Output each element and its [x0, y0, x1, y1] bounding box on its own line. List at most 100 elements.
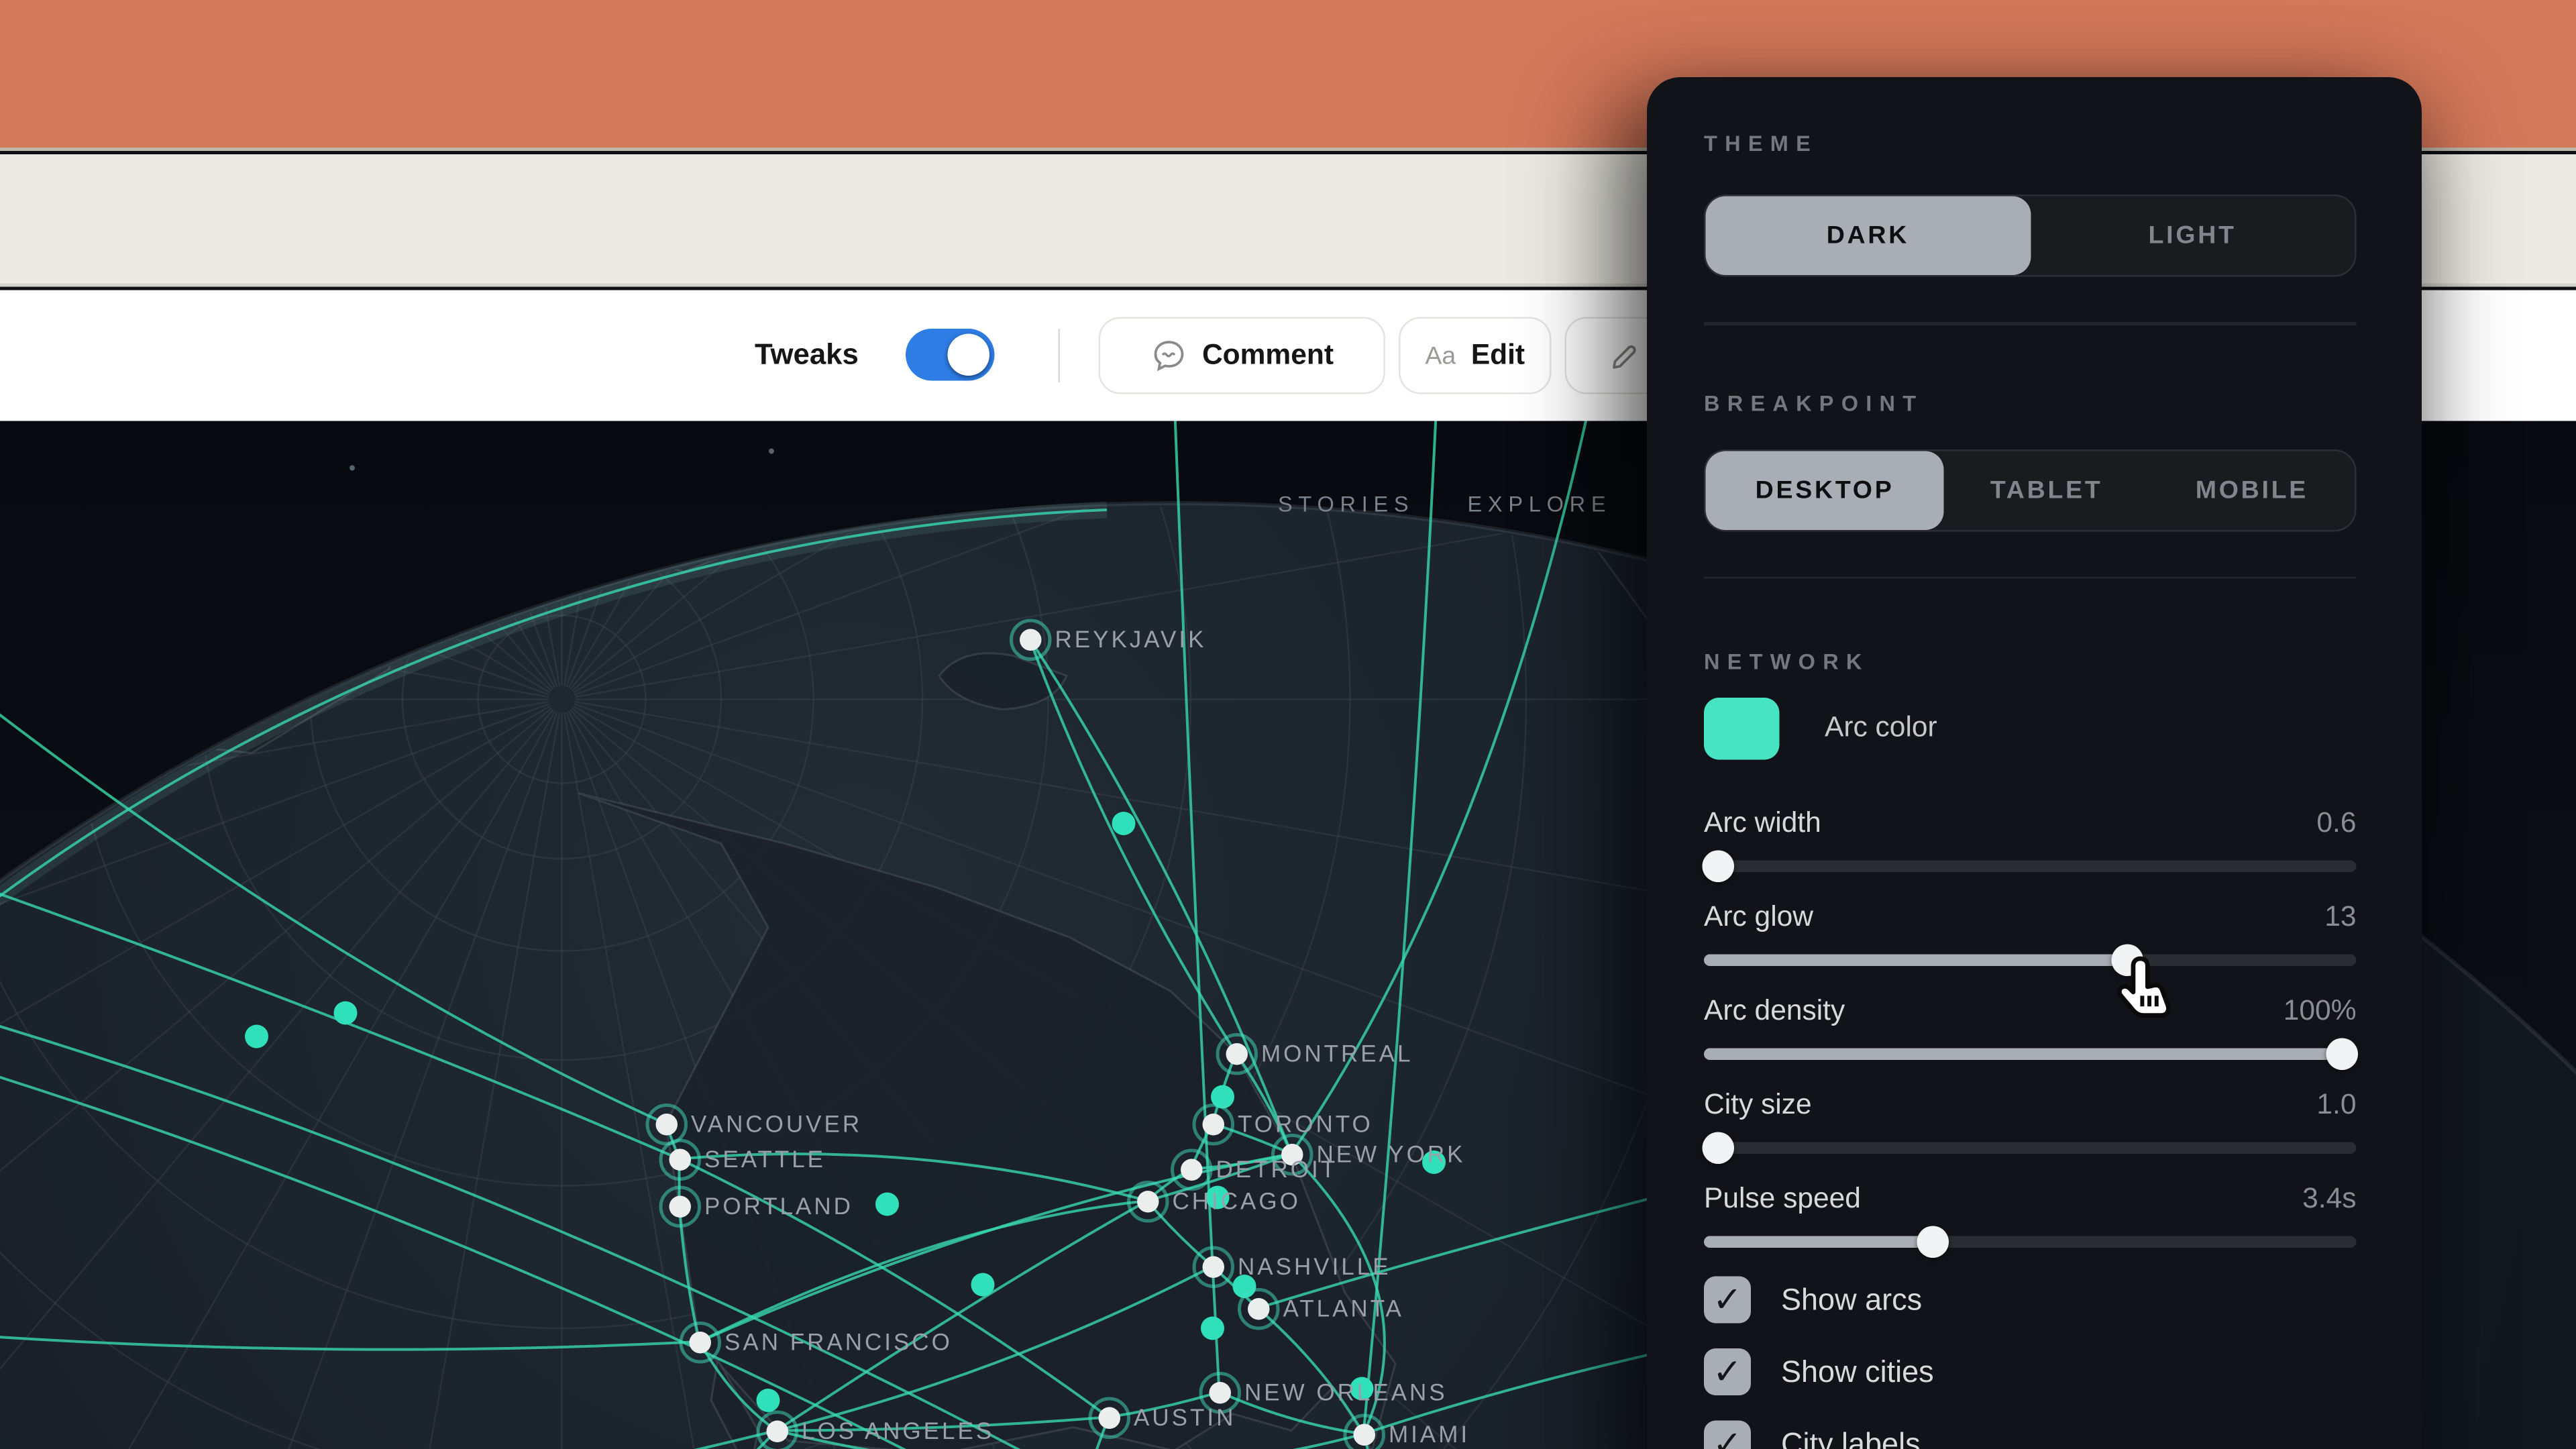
city-label: DETROIT	[1216, 1156, 1338, 1183]
city-dot	[1208, 1381, 1230, 1403]
city-dot	[1352, 1423, 1375, 1445]
segment-option-dark[interactable]: DARK	[1706, 197, 2031, 276]
city-label: NEW ORLEANS	[1244, 1379, 1448, 1405]
city-dot	[1180, 1158, 1202, 1180]
tweaks-label: Tweaks	[755, 337, 859, 373]
slider-arc-width: Arc width 0.6	[1704, 804, 2357, 883]
edit-button[interactable]: Aa Edit	[1399, 317, 1552, 394]
theme-section-header: THEME	[1704, 131, 2357, 156]
city-label: TORONTO	[1238, 1110, 1373, 1137]
checkbox-box[interactable]: ✓	[1704, 1277, 1751, 1324]
comment-button-label: Comment	[1202, 339, 1334, 372]
slider-value: 100%	[2284, 995, 2357, 1028]
slider-track[interactable]	[1704, 1226, 2357, 1258]
city-label: MIAMI	[1389, 1421, 1470, 1448]
slider-value: 0.6	[2316, 807, 2356, 841]
slider-knob[interactable]	[1917, 1226, 1949, 1258]
city-label: LOS ANGELES	[802, 1417, 994, 1444]
city-dot	[1019, 628, 1041, 650]
checkbox-show-cities[interactable]: ✓ Show cities	[1704, 1348, 2357, 1395]
city-dot	[668, 1195, 690, 1217]
slider-label: Arc density	[1704, 995, 1845, 1028]
slider-value: 13	[2324, 901, 2356, 934]
slider-track[interactable]	[1704, 945, 2357, 977]
city-label: SEATTLE	[704, 1146, 826, 1173]
city-label: NASHVILLE	[1238, 1253, 1391, 1280]
slider-knob[interactable]	[1703, 1132, 1735, 1165]
segment-option-tablet[interactable]: TABLET	[1944, 450, 2149, 529]
section-divider	[1704, 322, 2357, 325]
city-dot	[1225, 1042, 1247, 1065]
city-dot	[1097, 1406, 1120, 1428]
sliders-holder: Arc width 0.6 Arc glow13 Arc density 100% Cit…	[1704, 804, 2357, 1258]
city-dot	[668, 1148, 690, 1170]
slider-value: 1.0	[2316, 1089, 2356, 1122]
network-section-header: NETWORK	[1704, 649, 2357, 675]
city-dot	[1201, 1255, 1224, 1277]
city-label: CHICAGO	[1173, 1187, 1301, 1214]
city-dot	[655, 1113, 677, 1135]
section-divider	[1704, 576, 2357, 579]
checkbox-show-arcs[interactable]: ✓ Show arcs	[1704, 1277, 2357, 1324]
slider-knob[interactable]	[2326, 1038, 2359, 1071]
slider-value: 3.4s	[2302, 1183, 2356, 1216]
segment-option-desktop[interactable]: DESKTOP	[1706, 450, 1944, 529]
segment-option-mobile[interactable]: MOBILE	[2149, 450, 2355, 529]
city-label: SAN FRANCISCO	[724, 1328, 953, 1355]
slider-label: City size	[1704, 1089, 1812, 1122]
app-window: Tweaks Comment Aa Edit	[0, 0, 2576, 1449]
arc-color-row: Arc color	[1704, 696, 2357, 760]
city-label: AUSTIN	[1134, 1404, 1236, 1431]
city-dot	[1136, 1190, 1159, 1212]
pulse-dot	[1201, 1317, 1224, 1340]
slider-arc-glow: Arc glow13	[1704, 898, 2357, 977]
toggle-knob	[948, 334, 990, 376]
pulse-dot	[971, 1273, 995, 1297]
city-label: REYKJAVIK	[1055, 626, 1207, 653]
slider-label: Arc width	[1704, 807, 1821, 841]
comment-bubble-icon	[1150, 337, 1187, 374]
nav-item-explore[interactable]: EXPLORE	[1468, 492, 1612, 517]
pulse-dot	[1112, 812, 1136, 835]
city-label: MONTREAL	[1261, 1040, 1413, 1067]
breakpoint-section-header: BREAKPOINT	[1704, 390, 2357, 415]
slider-track[interactable]	[1704, 1038, 2357, 1071]
text-style-icon: Aa	[1425, 341, 1456, 370]
city-dot	[765, 1419, 788, 1442]
nav-item-stories[interactable]: STORIES	[1278, 492, 1414, 517]
pulse-dot	[245, 1025, 268, 1049]
tweaks-toggle[interactable]	[906, 329, 995, 381]
city-label: ATLANTA	[1283, 1295, 1404, 1322]
pulse-dot	[757, 1389, 780, 1412]
slider-knob[interactable]	[1703, 851, 1735, 883]
checkbox-box[interactable]: ✓	[1704, 1421, 1751, 1449]
segment-option-light[interactable]: LIGHT	[2030, 197, 2355, 276]
city-label: NEW YORK	[1317, 1140, 1466, 1167]
edit-button-label: Edit	[1471, 339, 1525, 372]
slider-knob[interactable]	[2112, 945, 2144, 977]
toolbar-divider	[1059, 329, 1061, 382]
comment-button[interactable]: Comment	[1099, 317, 1386, 394]
checkbox-label: Show arcs	[1781, 1282, 1922, 1318]
checkbox-box[interactable]: ✓	[1704, 1348, 1751, 1395]
checkbox-label: Show cities	[1781, 1354, 1934, 1390]
breakpoint-segmented-control: DESKTOPTABLETMOBILE	[1704, 449, 2357, 531]
city-dot	[1247, 1297, 1269, 1320]
pencil-icon	[1607, 337, 1644, 374]
city-label: VANCOUVER	[691, 1110, 862, 1137]
arc-color-swatch[interactable]	[1704, 697, 1780, 759]
arc-color-label: Arc color	[1825, 711, 1937, 745]
pulse-dot	[875, 1193, 899, 1216]
theme-segmented-control: DARKLIGHT	[1704, 195, 2357, 277]
slider-pulse-speed: Pulse speed3.4s	[1704, 1179, 2357, 1258]
slider-city-size: City size 1.0	[1704, 1085, 2357, 1165]
slider-arc-density: Arc density 100%	[1704, 991, 2357, 1071]
city-label: PORTLAND	[704, 1193, 853, 1220]
slider-track[interactable]	[1704, 1132, 2357, 1165]
city-dot	[1201, 1113, 1224, 1135]
checkbox-city-labels[interactable]: ✓ City labels	[1704, 1421, 2357, 1449]
city-dot	[688, 1331, 710, 1353]
tweaks-panel: THEME DARKLIGHT BREAKPOINT DESKTOPTABLET…	[1647, 77, 2422, 1449]
slider-track[interactable]	[1704, 851, 2357, 883]
checkbox-label: City labels	[1781, 1426, 1921, 1449]
